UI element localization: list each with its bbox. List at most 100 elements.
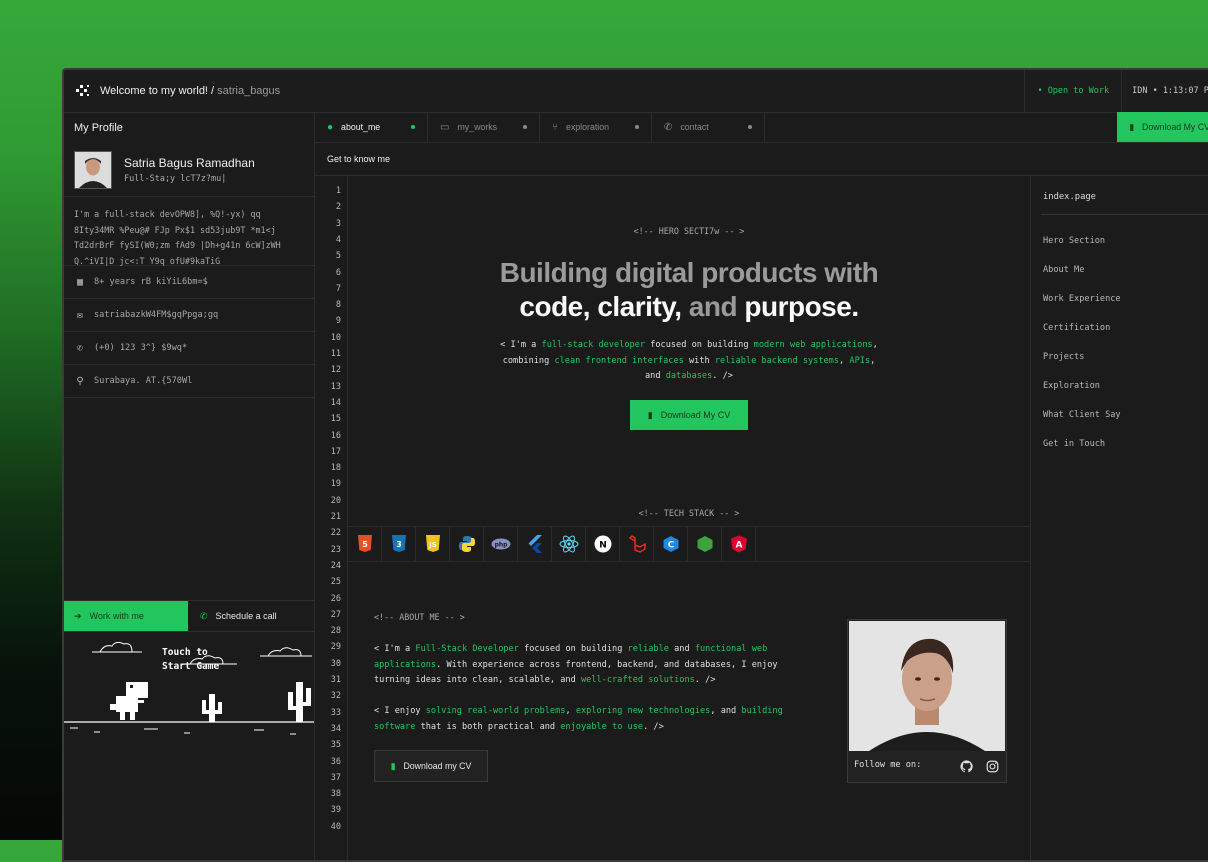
svg-text:N: N bbox=[599, 541, 607, 551]
line-number: 4 bbox=[335, 234, 341, 245]
title-bar: Welcome to my world! / satria_bagus • Op… bbox=[64, 70, 1208, 113]
page-outline: index.page Hero Section About Me Work Ex… bbox=[1031, 176, 1208, 860]
svg-text:A: A bbox=[735, 541, 742, 551]
php-icon[interactable]: php bbox=[484, 527, 518, 561]
clock: IDN • 1:13:07 PM bbox=[1132, 86, 1208, 96]
react-icon[interactable] bbox=[552, 527, 586, 561]
editor-content: <!-- HERO SECTI7w -- > Building digital … bbox=[348, 176, 1031, 860]
outline-item-projects[interactable]: Projects bbox=[1043, 352, 1084, 362]
profile-photo bbox=[849, 621, 1005, 751]
html5-icon[interactable]: 5 bbox=[348, 527, 382, 561]
line-number: 15 bbox=[330, 414, 341, 425]
line-number: 12 bbox=[330, 365, 341, 376]
line-gutter: 1 2 3 4 5 6 7 8 9 10 11 12 13 14 15 16 17 18 19 20 21 22 23 24 2… bbox=[315, 176, 348, 860]
download-cv-top-button[interactable]: ▮ Download My CV bbox=[1117, 112, 1208, 142]
line-number: 9 bbox=[335, 316, 341, 327]
line-number: 20 bbox=[330, 495, 341, 506]
line-number: 1 bbox=[335, 186, 341, 196]
svg-text:5: 5 bbox=[362, 540, 368, 549]
svg-text:C: C bbox=[667, 541, 674, 551]
location-icon: ⚲ bbox=[76, 375, 84, 387]
follow-label: Follow me on: bbox=[854, 760, 922, 770]
line-number: 13 bbox=[330, 381, 341, 392]
outline-item-certification[interactable]: Certification bbox=[1043, 323, 1110, 333]
instagram-icon[interactable] bbox=[986, 758, 1000, 773]
tab-my-works[interactable]: ▭ my_works bbox=[428, 112, 540, 142]
mail-icon: ✉ bbox=[76, 309, 84, 321]
line-number: 19 bbox=[330, 479, 341, 490]
user-icon: ● bbox=[327, 121, 334, 133]
tech-stack: 5 3 JS php N C A bbox=[348, 526, 1030, 562]
svg-text:JS: JS bbox=[428, 541, 437, 549]
laravel-icon[interactable] bbox=[620, 527, 654, 561]
outline-item-contact[interactable]: Get in Touch bbox=[1043, 439, 1105, 449]
profile-name: Satria Bagus Ramadhan bbox=[124, 156, 255, 170]
nodejs-icon[interactable] bbox=[688, 527, 722, 561]
hero-description: < I'm a full-stack developer focused on … bbox=[500, 340, 878, 381]
line-number: 28 bbox=[330, 626, 341, 637]
line-number: 14 bbox=[330, 397, 341, 408]
line-number: 29 bbox=[330, 642, 341, 653]
work-with-me-button[interactable]: ➔ Work with me bbox=[64, 601, 188, 631]
cta-row: ➔ Work with me ✆ Schedule a call bbox=[64, 600, 314, 632]
schedule-call-button[interactable]: ✆ Schedule a call bbox=[188, 601, 314, 631]
outline-item-testimonials[interactable]: What Client Say bbox=[1043, 410, 1121, 420]
flutter-icon[interactable] bbox=[518, 527, 552, 561]
tab-indicator bbox=[635, 125, 639, 129]
svg-text:php: php bbox=[494, 542, 508, 549]
app-window: Welcome to my world! / satria_bagus • Op… bbox=[62, 68, 1208, 862]
dino-game[interactable]: Touch to Start Game bbox=[64, 632, 314, 742]
line-number: 17 bbox=[330, 446, 341, 457]
tab-about-me[interactable]: ● about_me bbox=[315, 112, 428, 142]
line-number: 16 bbox=[330, 430, 341, 441]
line-number: 6 bbox=[335, 267, 341, 278]
line-number: 32 bbox=[330, 691, 341, 702]
phone-icon: ✆ bbox=[76, 342, 84, 354]
tab-indicator bbox=[411, 125, 415, 129]
laptop-icon: ▭ bbox=[440, 121, 450, 133]
outline-item-hero[interactable]: Hero Section bbox=[1043, 236, 1105, 246]
line-number: 11 bbox=[330, 349, 341, 359]
file-icon: ▮ bbox=[1129, 121, 1135, 132]
tab-contact[interactable]: ✆ contact bbox=[652, 112, 765, 142]
experience-row: ▦ 8+ years rB kiYiL6bm=$ bbox=[64, 266, 314, 299]
avatar bbox=[74, 151, 112, 189]
tab-exploration[interactable]: ⑂ exploration bbox=[540, 112, 652, 142]
svg-text:3: 3 bbox=[396, 540, 402, 549]
email-row[interactable]: ✉ satriabazkW4FM$gqPpga;gq bbox=[64, 299, 314, 332]
line-number: 10 bbox=[330, 332, 341, 343]
outline-item-experience[interactable]: Work Experience bbox=[1043, 294, 1121, 304]
file-icon: ▮ bbox=[390, 760, 396, 771]
line-number: 31 bbox=[330, 675, 341, 685]
about-paragraph-2: < I enjoy solving real-world problems, e… bbox=[374, 706, 783, 732]
line-number: 30 bbox=[330, 658, 341, 669]
download-cv-hero-button[interactable]: ▮ Download My CV bbox=[630, 400, 748, 430]
angular-icon[interactable]: A bbox=[722, 527, 756, 561]
logo-icon[interactable] bbox=[74, 82, 92, 100]
phone-row[interactable]: ✆ (+0) 123 3^} $9wq* bbox=[64, 332, 314, 365]
outline-item-exploration[interactable]: Exploration bbox=[1043, 381, 1100, 391]
open-to-work-badge: • Open to Work bbox=[1024, 70, 1123, 112]
profile-bio: I'm a full-stack devOPW8], %Q!-yx) qq 8It… bbox=[64, 197, 314, 266]
download-cv-about-button[interactable]: ▮ Download my CV bbox=[374, 750, 488, 782]
outline-divider bbox=[1041, 214, 1208, 215]
line-number: 3 bbox=[335, 218, 341, 229]
line-number: 38 bbox=[330, 789, 341, 800]
line-number: 40 bbox=[330, 821, 341, 832]
line-number: 23 bbox=[330, 544, 341, 555]
line-number: 34 bbox=[330, 723, 341, 734]
line-number: 24 bbox=[330, 560, 341, 571]
github-icon[interactable] bbox=[960, 758, 974, 773]
javascript-icon[interactable]: JS bbox=[416, 527, 450, 561]
file-icon: ▮ bbox=[647, 409, 653, 420]
arrow-right-icon: ➔ bbox=[74, 610, 82, 621]
sidebar-heading: My Profile bbox=[74, 122, 123, 134]
line-number: 22 bbox=[330, 528, 341, 539]
css3-icon[interactable]: 3 bbox=[382, 527, 416, 561]
outline-item-about[interactable]: About Me bbox=[1043, 265, 1084, 275]
line-number: 35 bbox=[330, 740, 341, 751]
python-icon[interactable] bbox=[450, 527, 484, 561]
hero-title: Building digital products with code, cla… bbox=[499, 257, 879, 322]
nextjs-icon[interactable]: N bbox=[586, 527, 620, 561]
c-lang-icon[interactable]: C bbox=[654, 527, 688, 561]
